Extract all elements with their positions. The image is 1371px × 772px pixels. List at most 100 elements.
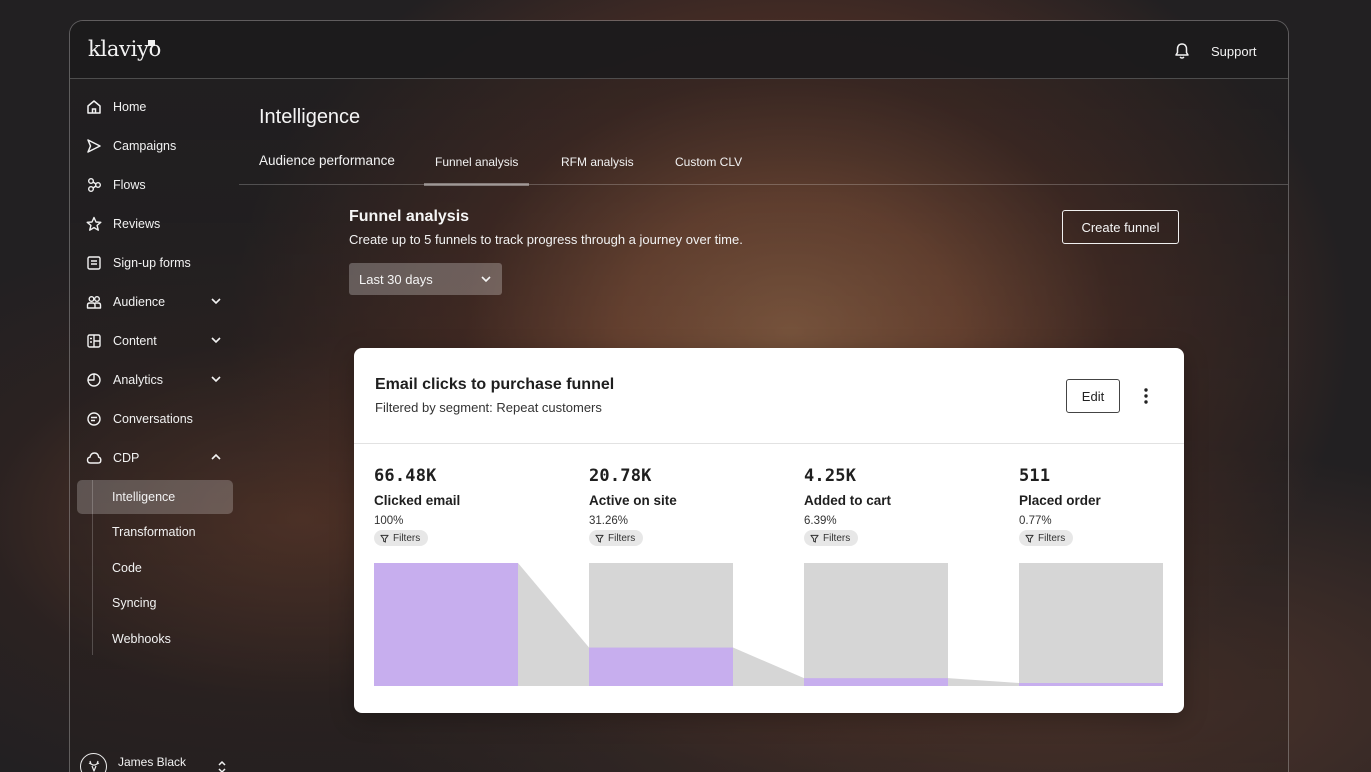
user-menu[interactable]: James Black xyxy=(80,753,240,772)
sidebar-item-label: Campaigns xyxy=(113,139,177,153)
step-label: Added to cart xyxy=(804,493,892,508)
sidebar-item-label: Sign-up forms xyxy=(113,256,191,270)
support-link[interactable]: Support xyxy=(1211,44,1257,59)
user-name: James Black xyxy=(118,755,187,769)
app-window: klaviyo Support Home Campaigns Flows Rev… xyxy=(69,20,1289,772)
cloud-icon xyxy=(86,452,102,464)
sidebar-item-label: CDP xyxy=(113,451,140,465)
content-icon xyxy=(87,334,101,348)
sidebar-item-audience[interactable]: Audience xyxy=(78,286,232,318)
step-label: Active on site xyxy=(589,493,677,508)
funnel-bar-fill xyxy=(589,647,733,686)
analytics-icon xyxy=(87,373,101,387)
funnel-bar-fill xyxy=(804,678,948,686)
sidebar-subitem-code[interactable]: Code xyxy=(77,551,233,585)
filters-label: Filters xyxy=(608,532,636,544)
bell-icon[interactable] xyxy=(1173,42,1191,60)
funnel-connector xyxy=(518,563,589,686)
filters-label: Filters xyxy=(393,532,421,544)
top-bar: klaviyo Support xyxy=(70,21,1288,79)
sidebar-item-signup-forms[interactable]: Sign-up forms xyxy=(78,247,232,279)
filter-icon xyxy=(1025,534,1034,543)
page-title: Intelligence xyxy=(259,106,361,128)
sidebar-item-label: Flows xyxy=(113,178,146,192)
filters-button[interactable]: Filters xyxy=(1019,530,1074,546)
funnel-title: Email clicks to purchase funnel xyxy=(375,376,615,393)
sidebar-item-content[interactable]: Content xyxy=(78,325,232,357)
step-count: 511 xyxy=(1019,466,1051,486)
flows-icon xyxy=(88,178,101,192)
sidebar-item-label: Reviews xyxy=(113,217,161,231)
edit-button[interactable]: Edit xyxy=(1066,379,1120,413)
sidebar-item-analytics[interactable]: Analytics xyxy=(78,364,232,396)
sidebar-item-label: Home xyxy=(113,100,147,114)
funnel-step-clicked-email: 66.48K Clicked email 100% Filters xyxy=(374,466,564,548)
funnel-bar-fill xyxy=(1019,683,1163,686)
chevron-up-icon[interactable] xyxy=(210,451,222,463)
funnel-subtitle: Filtered by segment: Repeat customers xyxy=(375,400,602,415)
sidebar-item-label: Content xyxy=(113,334,157,348)
funnel-step-added-to-cart: 4.25K Added to cart 6.39% Filters xyxy=(804,466,994,548)
filters-label: Filters xyxy=(823,532,851,544)
sidebar-item-label: Conversations xyxy=(113,412,193,426)
funnel-connector xyxy=(948,678,1019,686)
sidebar-subitem-syncing[interactable]: Syncing xyxy=(77,586,233,620)
deer-icon xyxy=(88,760,99,772)
sidebar-item-campaigns[interactable]: Campaigns xyxy=(78,130,232,162)
sidebar-item-label: Audience xyxy=(113,295,166,309)
sidebar-item-home[interactable]: Home xyxy=(78,91,232,123)
create-funnel-button[interactable]: Create funnel xyxy=(1062,210,1179,244)
sidebar-item-label: Analytics xyxy=(113,373,164,387)
filters-button[interactable]: Filters xyxy=(589,530,644,546)
filters-button[interactable]: Filters xyxy=(374,530,429,546)
section-title: Funnel analysis xyxy=(349,208,470,225)
step-percent: 0.77% xyxy=(1019,515,1052,527)
funnel-bar-track xyxy=(804,563,948,686)
card-divider xyxy=(354,443,1184,444)
step-count: 66.48K xyxy=(374,466,437,486)
sidebar-item-cdp[interactable]: CDP xyxy=(78,442,232,474)
funnel-step-active-on-site: 20.78K Active on site 31.26% Filters xyxy=(589,466,779,548)
step-label: Clicked email xyxy=(374,493,461,508)
tab-custom-clv[interactable]: Custom CLV xyxy=(675,151,742,185)
funnel-bar-track xyxy=(1019,563,1163,686)
chevron-down-icon[interactable] xyxy=(210,373,222,385)
filter-icon xyxy=(380,534,389,543)
avatar xyxy=(80,753,107,772)
sidebar-subitem-webhooks[interactable]: Webhooks xyxy=(77,622,233,656)
sidebar-subitem-intelligence[interactable]: Intelligence xyxy=(77,480,233,514)
tab-funnel-analysis[interactable]: Funnel analysis xyxy=(423,151,530,186)
chevron-up-down-icon[interactable] xyxy=(216,759,228,772)
step-percent: 100% xyxy=(374,515,404,527)
chat-icon xyxy=(87,412,101,426)
funnel-connector xyxy=(733,647,804,686)
step-percent: 31.26% xyxy=(589,515,629,527)
filters-label: Filters xyxy=(1038,532,1066,544)
funnel-bar-fill xyxy=(374,563,518,686)
chevron-down-icon xyxy=(481,276,491,283)
sidebar-subitem-transformation[interactable]: Transformation xyxy=(77,515,233,549)
sidebar-item-conversations[interactable]: Conversations xyxy=(78,403,232,435)
filter-icon xyxy=(595,534,604,543)
funnel-card: Email clicks to purchase funnel Filtered… xyxy=(354,348,1184,713)
people-icon xyxy=(86,296,102,309)
sidebar-item-flows[interactable]: Flows xyxy=(78,169,232,201)
sidebar-item-reviews[interactable]: Reviews xyxy=(78,208,232,240)
home-icon xyxy=(87,100,101,114)
step-label: Placed order xyxy=(1019,493,1101,508)
tab-bar: Audience performance Funnel analysis RFM… xyxy=(239,151,1288,186)
chevron-down-icon[interactable] xyxy=(210,334,222,346)
step-count: 20.78K xyxy=(589,466,652,486)
filter-icon xyxy=(810,534,819,543)
date-range-value: Last 30 days xyxy=(359,271,433,287)
section-description: Create up to 5 funnels to track progress… xyxy=(349,232,743,247)
chevron-down-icon[interactable] xyxy=(210,295,222,307)
tab-audience-performance[interactable]: Audience performance xyxy=(259,151,395,185)
filters-button[interactable]: Filters xyxy=(804,530,859,546)
step-percent: 6.39% xyxy=(804,515,837,527)
more-options-icon[interactable] xyxy=(1140,386,1152,406)
date-range-select[interactable]: Last 30 days xyxy=(349,263,502,295)
tab-rfm-analysis[interactable]: RFM analysis xyxy=(561,151,634,185)
logo-flag-icon xyxy=(148,40,155,46)
step-count: 4.25K xyxy=(804,466,857,486)
